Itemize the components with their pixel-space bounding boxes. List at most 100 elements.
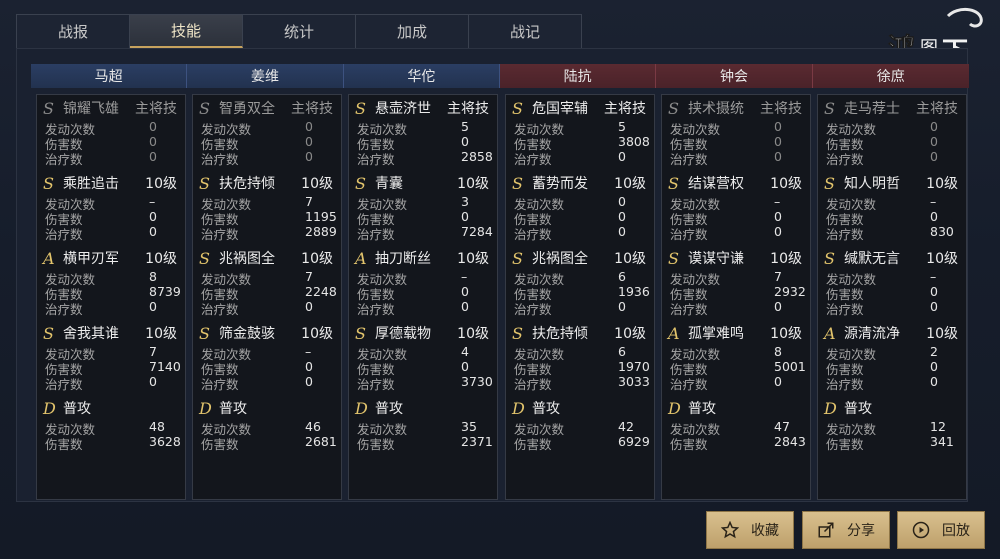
general-name-header: 徐庶 bbox=[812, 64, 969, 88]
stat-row: 发动次数 42 bbox=[512, 419, 648, 437]
stat-value: 5001 bbox=[774, 359, 806, 374]
skill-header: S 锦耀飞雄 主将技 bbox=[43, 97, 179, 119]
stat-row: 治疗数 0 bbox=[43, 224, 179, 242]
tab-stats[interactable]: 统计 bbox=[243, 15, 356, 48]
stat-value: 7 bbox=[305, 269, 313, 284]
skill-entry: A 抽刀断丝 10级 发动次数 – 伤害数 0 治疗数 0 bbox=[355, 247, 491, 319]
stat-value: – bbox=[930, 194, 937, 209]
stat-value: 4 bbox=[461, 344, 469, 359]
skill-name: 横甲刃军 bbox=[63, 251, 119, 267]
stat-value: 8 bbox=[149, 269, 157, 284]
general-skill-column: S 走马荐士 主将技 发动次数 0 伤害数 0 治疗数 0 S 知人明哲 10级 发动次数 – 伤害数 0 治疗… bbox=[817, 94, 967, 500]
stat-value: 3628 bbox=[149, 434, 181, 449]
skill-level: 10级 bbox=[145, 251, 177, 267]
skill-name: 青囊 bbox=[375, 176, 403, 192]
skill-entry: S 扶危持倾 10级 发动次数 6 伤害数 1970 治疗数 3033 bbox=[512, 322, 650, 394]
skill-level: 10级 bbox=[614, 326, 646, 342]
stat-row: 治疗数 2858 bbox=[355, 149, 493, 167]
stat-value: 0 bbox=[774, 119, 782, 134]
skill-header: S 挟术摄统 主将技 bbox=[668, 97, 804, 119]
stat-row: 发动次数 2 bbox=[824, 344, 960, 362]
skill-level: 10级 bbox=[457, 176, 489, 192]
stat-value: 0 bbox=[149, 149, 157, 164]
stat-label: 治疗数 bbox=[514, 302, 552, 317]
stat-label: 治疗数 bbox=[201, 227, 239, 242]
stat-row: 治疗数 0 bbox=[668, 299, 804, 317]
stat-row: 治疗数 0 bbox=[668, 374, 804, 392]
skill-grade: S bbox=[355, 173, 366, 193]
stat-row: 伤害数 0 bbox=[43, 134, 179, 152]
stat-value: 0 bbox=[461, 284, 469, 299]
skill-entry: S 乘胜追击 10级 发动次数 – 伤害数 0 治疗数 0 bbox=[43, 172, 179, 244]
skill-name: 舍我其谁 bbox=[63, 326, 119, 342]
stat-value: 3 bbox=[461, 194, 469, 209]
stat-value: 0 bbox=[461, 209, 469, 224]
stat-row: 伤害数 2248 bbox=[199, 284, 337, 302]
stat-value: 0 bbox=[305, 149, 313, 164]
skill-level: 10级 bbox=[457, 251, 489, 267]
skill-name: 普攻 bbox=[63, 401, 91, 417]
stat-row: 伤害数 2932 bbox=[668, 284, 806, 302]
stat-value: 2932 bbox=[774, 284, 806, 299]
stat-row: 伤害数 0 bbox=[668, 209, 804, 227]
skill-header: S 缄默无言 10级 bbox=[824, 247, 960, 269]
skill-name: 乘胜追击 bbox=[63, 176, 119, 192]
skill-name: 兆祸图全 bbox=[532, 251, 588, 267]
stat-label: 治疗数 bbox=[826, 302, 864, 317]
stat-value: 6 bbox=[618, 344, 626, 359]
skill-grade: S bbox=[355, 98, 366, 118]
skill-entry: D 普攻 发动次数 12 伤害数 341 bbox=[824, 397, 960, 469]
skill-header: S 青囊 10级 bbox=[355, 172, 491, 194]
stat-row: 治疗数 0 bbox=[199, 374, 335, 392]
general-skill-column: S 锦耀飞雄 主将技 发动次数 0 伤害数 0 治疗数 0 S 乘胜追击 10级 发动次数 – 伤害数 0 治疗… bbox=[36, 94, 186, 500]
tab-bonus[interactable]: 加成 bbox=[356, 15, 469, 48]
stat-row: 治疗数 0 bbox=[43, 374, 179, 392]
stat-value: 0 bbox=[305, 374, 313, 389]
stat-value: 1936 bbox=[618, 284, 650, 299]
skill-entry: S 缄默无言 10级 发动次数 – 伤害数 0 治疗数 0 bbox=[824, 247, 960, 319]
skill-grade: S bbox=[668, 173, 679, 193]
stat-row: 伤害数 0 bbox=[355, 134, 491, 152]
stat-value: 7284 bbox=[461, 224, 493, 239]
skill-grade: S bbox=[199, 98, 210, 118]
skill-grade: S bbox=[668, 248, 679, 268]
stat-value: 8 bbox=[774, 344, 782, 359]
stat-row: 伤害数 1195 bbox=[199, 209, 337, 227]
stat-value: 2843 bbox=[774, 434, 806, 449]
skill-header: S 结谋营权 10级 bbox=[668, 172, 804, 194]
stat-row: 治疗数 0 bbox=[512, 224, 648, 242]
stat-row: 治疗数 3730 bbox=[355, 374, 493, 392]
stat-row: 发动次数 3 bbox=[355, 194, 491, 212]
tab-records[interactable]: 战记 bbox=[469, 15, 581, 48]
stat-row: 治疗数 0 bbox=[668, 224, 804, 242]
stat-label: 伤害数 bbox=[45, 437, 83, 452]
skill-header: S 厚德载物 10级 bbox=[355, 322, 491, 344]
stat-label: 治疗数 bbox=[357, 377, 395, 392]
stat-value: 2371 bbox=[461, 434, 493, 449]
stat-value: 8739 bbox=[149, 284, 181, 299]
replay-button[interactable]: 回放 bbox=[897, 511, 985, 549]
favorite-button[interactable]: 收藏 bbox=[706, 511, 794, 549]
skill-header: A 抽刀断丝 10级 bbox=[355, 247, 491, 269]
stat-row: 治疗数 2889 bbox=[199, 224, 337, 242]
skill-name: 普攻 bbox=[375, 401, 403, 417]
stat-value: 47 bbox=[774, 419, 790, 434]
stat-value: 0 bbox=[930, 374, 938, 389]
stat-row: 伤害数 1970 bbox=[512, 359, 650, 377]
skill-grade: S bbox=[199, 323, 210, 343]
general-skill-column: S 挟术摄统 主将技 发动次数 0 伤害数 0 治疗数 0 S 结谋营权 10级 发动次数 – 伤害数 0 治疗… bbox=[661, 94, 811, 500]
stat-value: 0 bbox=[618, 299, 626, 314]
skill-entry: S 蓄势而发 10级 发动次数 0 伤害数 0 治疗数 0 bbox=[512, 172, 648, 244]
tab-report[interactable]: 战报 bbox=[17, 15, 130, 48]
general-headers: 马超 姜维 华佗 陆抗 钟会 徐庶 bbox=[31, 64, 969, 88]
stat-row: 治疗数 0 bbox=[43, 299, 179, 317]
stat-row: 发动次数 5 bbox=[512, 119, 648, 137]
tab-skills[interactable]: 技能 bbox=[130, 15, 243, 48]
stat-row: 发动次数 46 bbox=[199, 419, 335, 437]
skill-entry: D 普攻 发动次数 46 伤害数 2681 bbox=[199, 397, 337, 469]
stat-label: 治疗数 bbox=[45, 302, 83, 317]
stat-row: 发动次数 – bbox=[824, 269, 960, 287]
skill-level: 10级 bbox=[770, 326, 802, 342]
stat-value: 0 bbox=[149, 119, 157, 134]
share-button[interactable]: 分享 bbox=[802, 511, 890, 549]
